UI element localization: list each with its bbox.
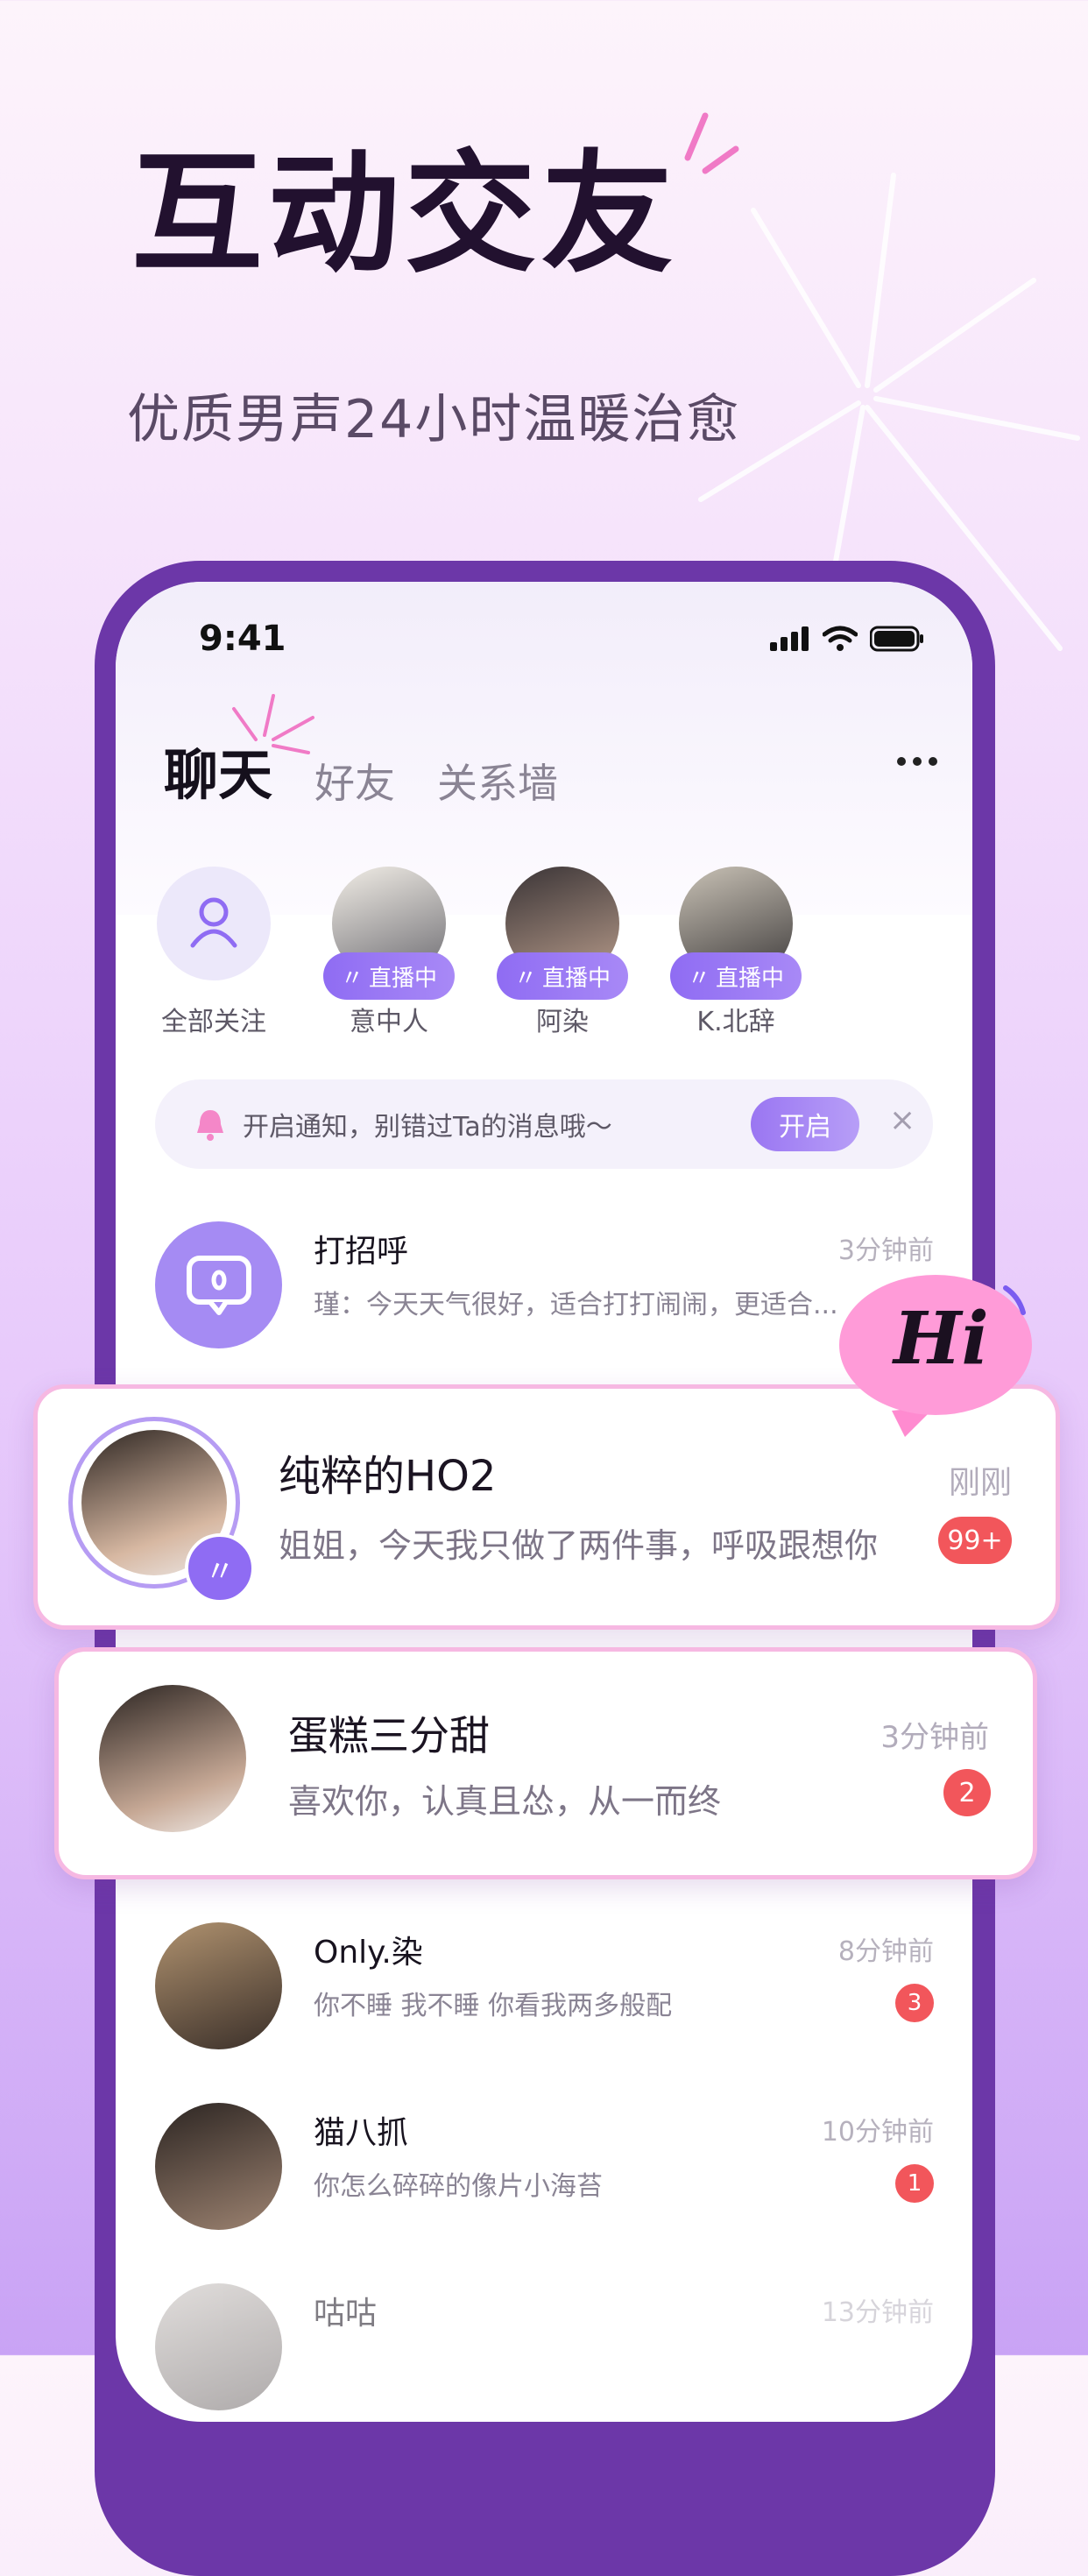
tab-chat-wrap: 聊天 bbox=[164, 694, 314, 810]
avatar bbox=[155, 1922, 282, 2049]
story-item[interactable]: 〃直播中 阿染 bbox=[484, 867, 641, 1038]
greeting-avatar bbox=[155, 1221, 282, 1348]
chat-message: 喜欢你，认真且怂，从一而终 bbox=[288, 1782, 722, 1821]
hero-subtitle: 优质男声24小时温暖治愈 bbox=[127, 389, 741, 450]
enable-notification-button[interactable]: 开启 bbox=[751, 1097, 859, 1151]
story-name: 全部关注 bbox=[161, 1007, 266, 1037]
avatar: 〃直播中 bbox=[323, 867, 455, 1000]
chat-name: 咕咕 bbox=[314, 2296, 378, 2332]
close-icon[interactable]: × bbox=[889, 1102, 915, 1138]
unread-badge: 1 bbox=[895, 2164, 934, 2203]
chat-name: 猫八抓 bbox=[314, 2115, 409, 2151]
story-item[interactable]: 〃直播中 K.北辞 bbox=[657, 867, 815, 1038]
bell-icon bbox=[197, 1110, 223, 1141]
story-name: 意中人 bbox=[350, 1007, 428, 1037]
live-wave-icon: 〃 bbox=[687, 965, 710, 992]
chat-row[interactable]: 咕咕 13分钟前 bbox=[116, 2257, 972, 2422]
unread-badge: 2 bbox=[943, 1769, 991, 1816]
chat-time: 13分钟前 bbox=[821, 2297, 934, 2328]
unread-badge: 3 bbox=[895, 1984, 934, 2022]
chat-message: 姐姐，今天我只做了两件事，呼吸跟想你 bbox=[279, 1526, 879, 1565]
chat-row[interactable]: 猫八抓 你怎么碎碎的像片小海苔 10分钟前 1 bbox=[116, 2077, 972, 2252]
status-bar-icons bbox=[770, 626, 924, 652]
greeting-message: 瑾：今天天气很好，适合打打闹闹，更适合... bbox=[314, 1290, 838, 1320]
chat-name: 蛋糕三分甜 bbox=[288, 1712, 490, 1759]
chat-name: Only.染 bbox=[314, 1935, 423, 1971]
story-all-follow[interactable]: 全部关注 bbox=[135, 867, 293, 1038]
signal-icon bbox=[770, 626, 809, 651]
tab-relationship-wall[interactable]: 关系墙 bbox=[437, 752, 558, 810]
notice-text: 开启通知，别错过Ta的消息哦～ bbox=[243, 1112, 612, 1143]
avatar: 〃直播中 bbox=[670, 867, 802, 1000]
tab-friends[interactable]: 好友 bbox=[314, 752, 395, 810]
chat-time: 刚刚 bbox=[948, 1465, 1012, 1501]
live-badge: 〃直播中 bbox=[323, 952, 455, 1000]
wifi-icon bbox=[823, 626, 858, 651]
story-avatar bbox=[157, 867, 271, 980]
avatar-ring: 〃 bbox=[68, 1417, 255, 1603]
chat-message: 你不睡 我不睡 你看我两多般配 bbox=[314, 1991, 673, 2021]
greeting-title: 打招呼 bbox=[314, 1234, 409, 1270]
chat-time: 3分钟前 bbox=[880, 1720, 989, 1755]
avatar bbox=[155, 2103, 282, 2230]
hi-text: Hi bbox=[894, 1297, 989, 1381]
chat-row[interactable]: Only.染 你不睡 我不睡 你看我两多般配 8分钟前 3 bbox=[116, 1896, 972, 2071]
chat-time: 8分钟前 bbox=[837, 1936, 934, 1967]
hero-title: 互动交友 bbox=[131, 138, 679, 291]
notification-banner: 开启通知，别错过Ta的消息哦～ 开启 × bbox=[155, 1079, 933, 1169]
story-item[interactable]: 〃直播中 意中人 bbox=[310, 867, 468, 1038]
story-name: K.北辞 bbox=[696, 1007, 775, 1037]
avatar: 〃直播中 bbox=[497, 867, 628, 1000]
chat-time: 10分钟前 bbox=[821, 2117, 934, 2148]
user-icon bbox=[190, 897, 237, 948]
story-name: 阿染 bbox=[536, 1007, 589, 1037]
live-wave-icon: 〃 bbox=[513, 965, 537, 992]
avatar bbox=[155, 2283, 282, 2410]
live-wave-icon: 〃 bbox=[340, 965, 364, 992]
more-options-icon[interactable] bbox=[897, 757, 937, 766]
chat-message: 你怎么碎碎的像片小海苔 bbox=[314, 2171, 603, 2202]
hi-speech-bubble: Hi bbox=[839, 1262, 1049, 1437]
tab-sparkle-icon bbox=[232, 694, 314, 754]
chat-bubble-icon bbox=[187, 1256, 251, 1315]
story-strip: 全部关注 〃直播中 意中人 〃直播中 阿染 〃直播中 K.北辞 bbox=[116, 867, 972, 1042]
featured-chat-card[interactable]: 蛋糕三分甜 喜欢你，认真且怂，从一而终 3分钟前 2 bbox=[54, 1647, 1037, 1879]
chat-name: 纯粹的HO2 bbox=[279, 1452, 497, 1501]
status-time: 9:41 bbox=[199, 619, 286, 659]
avatar bbox=[99, 1685, 246, 1832]
battery-icon bbox=[870, 626, 923, 652]
tab-bar: 聊天 好友 关系墙 bbox=[164, 694, 558, 810]
live-badge: 〃直播中 bbox=[670, 952, 802, 1000]
live-badge: 〃直播中 bbox=[497, 952, 628, 1000]
unread-badge: 99+ bbox=[938, 1517, 1012, 1564]
voice-icon: 〃 bbox=[185, 1533, 255, 1603]
